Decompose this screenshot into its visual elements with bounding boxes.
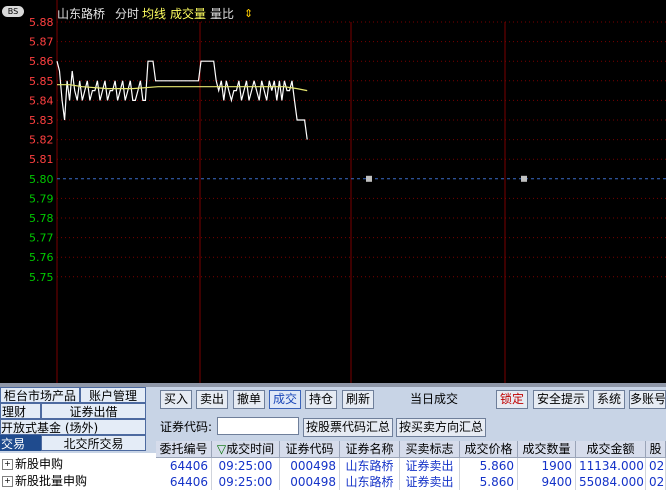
- tree-item-ipo[interactable]: + 新股申购: [2, 456, 63, 472]
- chart-canvas: 5.88 5.87 5.86 5.85 5.84 5.83 5.82 5.81 5.80 5.79…: [29, 0, 666, 383]
- cell-time: 09:25:00: [212, 474, 280, 490]
- col-deal-time[interactable]: ▽成交时间: [212, 441, 280, 458]
- system-button[interactable]: 系统: [593, 390, 625, 409]
- cell-time: 09:25:00: [212, 458, 280, 474]
- cell-order-id: 64406: [156, 458, 212, 474]
- cell-code: 000498: [280, 458, 340, 474]
- buy-button[interactable]: 买入: [160, 390, 192, 409]
- nav-licai[interactable]: 理财: [0, 403, 41, 419]
- code-input[interactable]: [217, 417, 299, 435]
- col-order-id[interactable]: 委托编号: [156, 441, 212, 458]
- base-line-marker: [366, 175, 372, 182]
- trade-panel: 柜台市场产品 账户管理 理财 证券出借 开放式基金 (场外) 交易 北交所交易 …: [0, 387, 666, 490]
- liangbi-tab[interactable]: 量比: [210, 6, 234, 22]
- sort-down-icon: ▽: [216, 442, 227, 456]
- code-label: 证券代码:: [160, 420, 213, 434]
- y-tick-label: 5.77: [29, 232, 54, 245]
- col-qty[interactable]: 成交数量: [518, 441, 576, 458]
- summary-by-code-button[interactable]: 按股票代码汇总: [303, 418, 393, 437]
- nav-account-manage[interactable]: 账户管理: [80, 387, 146, 403]
- cell-side: 证券卖出: [400, 458, 460, 474]
- cell-price: 5.860: [460, 458, 518, 474]
- cell-amount: 11134.000: [576, 458, 646, 474]
- summary-by-direction-button[interactable]: 按买卖方向汇总: [396, 418, 486, 437]
- switch-arrow-icon[interactable]: ⇕: [244, 6, 253, 22]
- stock-name-label: 山东路桥: [57, 7, 106, 21]
- tree-item-batch-ipo[interactable]: + 新股批量申购: [2, 473, 87, 489]
- y-tick-label: 5.88: [29, 16, 54, 29]
- cell-name: 山东路桥: [340, 458, 400, 474]
- cell-side: 证券卖出: [400, 474, 460, 490]
- cell-qty: 9400: [518, 474, 576, 490]
- col-deal-time-label: 成交时间: [226, 442, 275, 456]
- col-side[interactable]: 买卖标志: [400, 441, 460, 458]
- function-tree: + 新股申购 + 新股批量申购: [0, 453, 156, 490]
- fenshi-tab[interactable]: 分时: [115, 6, 139, 22]
- bs-badge[interactable]: BS: [2, 6, 24, 17]
- page-title: 当日成交: [410, 392, 459, 406]
- junxian-tab[interactable]: 均线: [142, 6, 166, 22]
- nav-market-products[interactable]: 柜台市场产品: [0, 387, 80, 403]
- y-tick-label: 5.86: [29, 55, 54, 68]
- y-tick-label: 5.83: [29, 114, 54, 127]
- cell-code: 000498: [280, 474, 340, 490]
- nav-beijiao-trade[interactable]: 北交所交易: [41, 435, 146, 451]
- cell-order-id: 64406: [156, 474, 212, 490]
- position-button[interactable]: 持仓: [305, 390, 337, 409]
- y-tick-label: 5.76: [29, 251, 54, 264]
- base-line-marker: [521, 175, 527, 182]
- tree-item-ipo-label: 新股申购: [15, 457, 64, 471]
- safety-tip-button[interactable]: 安全提示: [533, 390, 589, 409]
- nav-open-fund[interactable]: 开放式基金 (场外): [0, 419, 146, 435]
- y-tick-label: 5.75: [29, 271, 54, 284]
- sell-button[interactable]: 卖出: [196, 390, 228, 409]
- y-tick-label: 5.80: [29, 173, 54, 186]
- volume-tab[interactable]: 成交量: [170, 6, 206, 22]
- cell-qty: 1900: [518, 458, 576, 474]
- nav-trade[interactable]: 交易: [0, 435, 41, 451]
- tree-item-batch-label: 新股批量申购: [15, 474, 88, 488]
- cancel-order-button[interactable]: 撤单: [233, 390, 265, 409]
- y-tick-label: 5.87: [29, 36, 54, 49]
- y-tick-label: 5.82: [29, 134, 54, 147]
- y-tick-label: 5.78: [29, 212, 54, 225]
- expand-icon[interactable]: +: [2, 476, 13, 487]
- deal-button[interactable]: 成交: [269, 390, 301, 409]
- cell-price: 5.860: [460, 474, 518, 490]
- function-nav: 柜台市场产品 账户管理 理财 证券出借 开放式基金 (场外) 交易 北交所交易 …: [0, 387, 156, 490]
- cell-name: 山东路桥: [340, 474, 400, 490]
- cell-amount: 55084.000: [576, 474, 646, 490]
- y-tick-label: 5.84: [29, 94, 54, 107]
- col-price[interactable]: 成交价格: [460, 441, 518, 458]
- intraday-chart[interactable]: 5.88 5.87 5.86 5.85 5.84 5.83 5.82 5.81 5.80 5.79…: [0, 0, 666, 383]
- expand-icon[interactable]: +: [2, 459, 13, 470]
- multi-account-button[interactable]: 多账号: [629, 390, 666, 409]
- col-gu[interactable]: 股: [646, 441, 666, 458]
- col-name[interactable]: 证券名称: [340, 441, 400, 458]
- cell-gu: 02: [646, 458, 666, 474]
- deal-table: 委托编号 ▽成交时间 证券代码 证券名称 买卖标志 成交价格 成交数量 成交金额…: [156, 441, 666, 490]
- col-code[interactable]: 证券代码: [280, 441, 340, 458]
- nav-securities-lending[interactable]: 证券出借: [41, 403, 146, 419]
- cell-gu: 02: [646, 474, 666, 490]
- y-tick-label: 5.85: [29, 75, 54, 88]
- lock-button[interactable]: 锁定: [496, 390, 528, 409]
- col-amount[interactable]: 成交金额: [576, 441, 646, 458]
- y-tick-label: 5.79: [29, 192, 54, 205]
- deal-query-panel: 买入 卖出 撤单 成交 持仓 刷新 当日成交 锁定 安全提示 系统 多账号 证券…: [156, 387, 666, 490]
- refresh-button[interactable]: 刷新: [342, 390, 374, 409]
- y-tick-label: 5.81: [29, 153, 54, 166]
